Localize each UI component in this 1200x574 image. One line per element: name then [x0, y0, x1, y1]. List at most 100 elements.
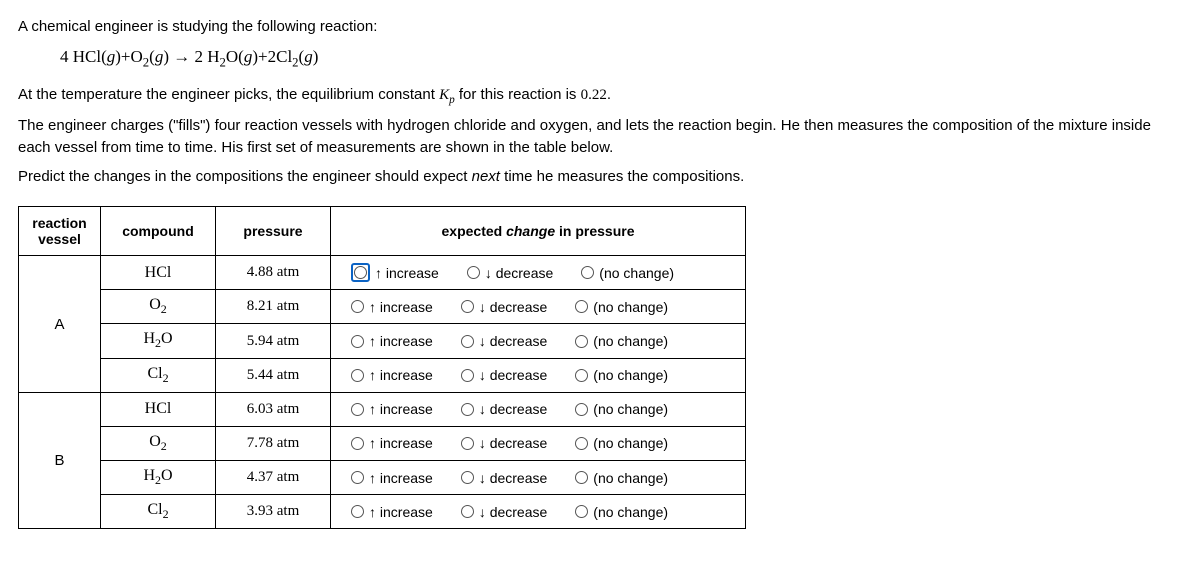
vessel-cell: A — [19, 256, 101, 393]
option-nochange-label: (no change) — [593, 299, 668, 315]
option-increase[interactable]: ↑ increase — [351, 401, 433, 417]
radio-nochange[interactable] — [575, 369, 588, 382]
radio-focus-ring — [351, 263, 370, 282]
table-row: O28.21 atm ↑ increase ↓ decrease (no cha… — [19, 290, 746, 324]
option-decrease-label: ↓ decrease — [479, 504, 547, 520]
header-vessel: reaction vessel — [19, 207, 101, 256]
radio-increase[interactable] — [351, 369, 364, 382]
expected-cell: ↑ increase ↓ decrease (no change) — [331, 358, 746, 392]
radio-decrease[interactable] — [461, 335, 474, 348]
option-decrease-label: ↓ decrease — [479, 435, 547, 451]
radio-increase[interactable] — [351, 335, 364, 348]
option-increase-label: ↑ increase — [369, 401, 433, 417]
reaction-equation: 4 HCl(g)+O2(g) → 2 H2O(g)+2Cl2(g) — [60, 47, 1182, 70]
expected-cell: ↑ increase ↓ decrease (no change) — [331, 324, 746, 358]
table-row: Cl25.44 atm ↑ increase ↓ decrease (no ch… — [19, 358, 746, 392]
option-nochange-label: (no change) — [593, 333, 668, 349]
option-decrease[interactable]: ↓ decrease — [461, 435, 547, 451]
option-increase[interactable]: ↑ increase — [351, 299, 433, 315]
compound-cell: O2 — [101, 426, 216, 460]
radio-increase[interactable] — [351, 505, 364, 518]
option-nochange[interactable]: (no change) — [575, 504, 668, 520]
radio-increase[interactable] — [351, 300, 364, 313]
option-nochange[interactable]: (no change) — [575, 470, 668, 486]
radio-decrease[interactable] — [461, 403, 474, 416]
pressure-cell: 5.44 atm — [216, 358, 331, 392]
pressure-cell: 4.88 atm — [216, 256, 331, 290]
option-decrease-label: ↓ decrease — [479, 299, 547, 315]
option-increase[interactable]: ↑ increase — [351, 367, 433, 383]
radio-decrease[interactable] — [461, 369, 474, 382]
radio-decrease[interactable] — [461, 437, 474, 450]
pressure-cell: 5.94 atm — [216, 324, 331, 358]
option-nochange[interactable]: (no change) — [575, 333, 668, 349]
radio-nochange[interactable] — [575, 437, 588, 450]
table-row: H2O4.37 atm ↑ increase ↓ decrease (no ch… — [19, 461, 746, 495]
option-nochange-label: (no change) — [593, 504, 668, 520]
intro-line-1: A chemical engineer is studying the foll… — [18, 16, 1182, 39]
expected-cell: ↑ increase ↓ decrease (no change) — [331, 426, 746, 460]
option-nochange[interactable]: (no change) — [575, 401, 668, 417]
table-row: BHCl6.03 atm ↑ increase ↓ decrease (no c… — [19, 392, 746, 426]
option-increase[interactable]: ↑ increase — [351, 504, 433, 520]
option-decrease[interactable]: ↓ decrease — [467, 265, 553, 281]
option-increase-label: ↑ increase — [369, 504, 433, 520]
compound-cell: H2O — [101, 324, 216, 358]
vessel-cell: B — [19, 392, 101, 529]
radio-increase[interactable] — [354, 266, 367, 279]
option-increase-label: ↑ increase — [369, 367, 433, 383]
radio-increase[interactable] — [351, 471, 364, 484]
intro-line-4: Predict the changes in the compositions … — [18, 166, 1182, 189]
radio-decrease[interactable] — [461, 505, 474, 518]
table-row: Cl23.93 atm ↑ increase ↓ decrease (no ch… — [19, 495, 746, 529]
option-nochange[interactable]: (no change) — [575, 299, 668, 315]
compound-cell: HCl — [101, 256, 216, 290]
option-nochange-label: (no change) — [593, 435, 668, 451]
radio-nochange[interactable] — [575, 300, 588, 313]
option-nochange-label: (no change) — [593, 401, 668, 417]
option-decrease[interactable]: ↓ decrease — [461, 504, 547, 520]
radio-increase[interactable] — [351, 403, 364, 416]
compound-cell: Cl2 — [101, 358, 216, 392]
option-decrease[interactable]: ↓ decrease — [461, 333, 547, 349]
option-decrease-label: ↓ decrease — [485, 265, 553, 281]
composition-table: reaction vessel compound pressure expect… — [18, 206, 746, 529]
compound-cell: HCl — [101, 392, 216, 426]
radio-nochange[interactable] — [575, 471, 588, 484]
radio-decrease[interactable] — [461, 300, 474, 313]
option-decrease[interactable]: ↓ decrease — [461, 367, 547, 383]
expected-cell: ↑ increase ↓ decrease (no change) — [331, 461, 746, 495]
header-compound: compound — [101, 207, 216, 256]
compound-cell: H2O — [101, 461, 216, 495]
table-row: AHCl4.88 atm ↑ increase ↓ decrease (no c… — [19, 256, 746, 290]
expected-cell: ↑ increase ↓ decrease (no change) — [331, 256, 746, 290]
radio-nochange[interactable] — [575, 505, 588, 518]
pressure-cell: 8.21 atm — [216, 290, 331, 324]
radio-nochange[interactable] — [581, 266, 594, 279]
radio-decrease[interactable] — [467, 266, 480, 279]
intro-line-2: At the temperature the engineer picks, t… — [18, 84, 1182, 109]
radio-decrease[interactable] — [461, 471, 474, 484]
radio-nochange[interactable] — [575, 403, 588, 416]
option-increase[interactable]: ↑ increase — [351, 333, 433, 349]
option-nochange-label: (no change) — [593, 367, 668, 383]
expected-cell: ↑ increase ↓ decrease (no change) — [331, 290, 746, 324]
option-decrease[interactable]: ↓ decrease — [461, 299, 547, 315]
option-nochange[interactable]: (no change) — [575, 367, 668, 383]
option-increase[interactable]: ↑ increase — [351, 435, 433, 451]
option-decrease[interactable]: ↓ decrease — [461, 401, 547, 417]
option-decrease-label: ↓ decrease — [479, 470, 547, 486]
option-nochange[interactable]: (no change) — [575, 435, 668, 451]
option-increase-label: ↑ increase — [375, 265, 439, 281]
option-nochange-label: (no change) — [593, 470, 668, 486]
option-increase-label: ↑ increase — [369, 299, 433, 315]
option-increase[interactable]: ↑ increase — [351, 263, 439, 282]
option-decrease[interactable]: ↓ decrease — [461, 470, 547, 486]
radio-increase[interactable] — [351, 437, 364, 450]
option-increase[interactable]: ↑ increase — [351, 470, 433, 486]
intro-line-3: The engineer charges ("fills") four reac… — [18, 115, 1182, 160]
pressure-cell: 6.03 atm — [216, 392, 331, 426]
option-nochange[interactable]: (no change) — [581, 265, 674, 281]
radio-nochange[interactable] — [575, 335, 588, 348]
table-row: H2O5.94 atm ↑ increase ↓ decrease (no ch… — [19, 324, 746, 358]
